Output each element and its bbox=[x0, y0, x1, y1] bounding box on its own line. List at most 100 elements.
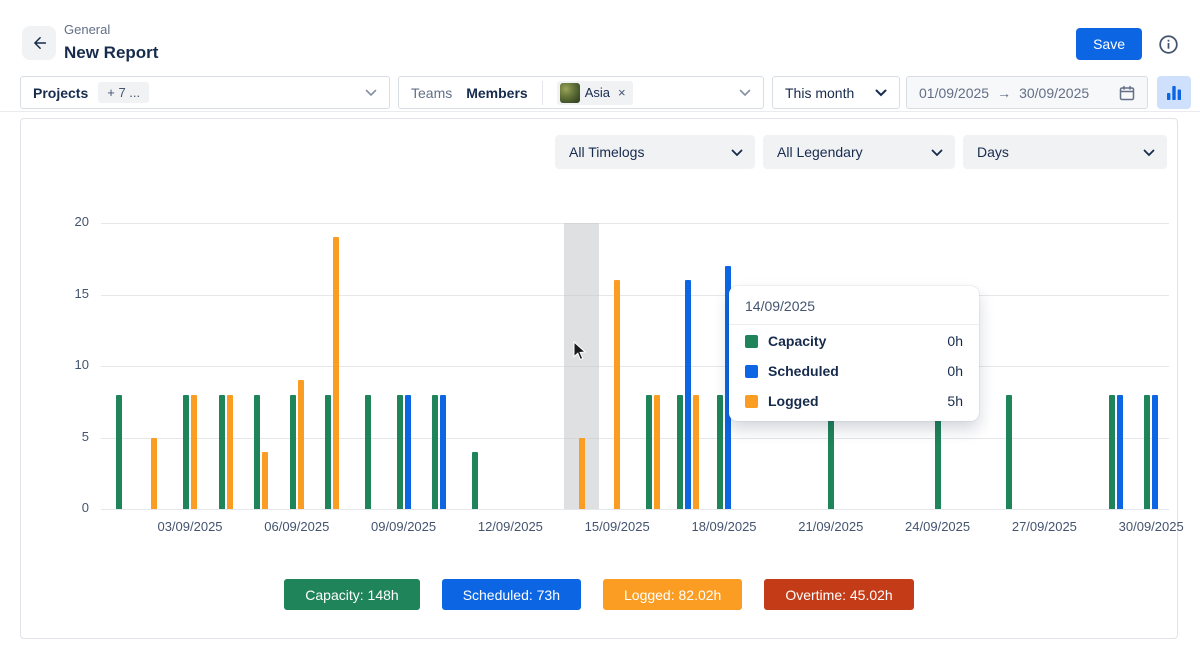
members-tab[interactable]: Members bbox=[466, 85, 527, 101]
chart-bar-logged[interactable] bbox=[654, 395, 660, 509]
projects-filter[interactable]: Projects + 7 ... bbox=[20, 76, 390, 109]
period-label: This month bbox=[785, 85, 854, 101]
selected-team-tags: Asia × bbox=[542, 81, 633, 105]
chart-bar-logged[interactable] bbox=[579, 438, 585, 510]
topbar: General New Report Save Projects + 7 ...… bbox=[0, 0, 1200, 112]
gridline bbox=[101, 366, 1169, 367]
tooltip-series-label: Scheduled bbox=[768, 363, 839, 379]
legend-scheduled-button[interactable]: Scheduled: 73h bbox=[442, 579, 581, 610]
chart-bar-logged[interactable] bbox=[262, 452, 268, 509]
team-tag-asia[interactable]: Asia × bbox=[557, 81, 633, 105]
chart-bar-logged[interactable] bbox=[227, 395, 233, 509]
chart-bar-capacity[interactable] bbox=[432, 395, 438, 509]
chart-bar-capacity[interactable] bbox=[1006, 395, 1012, 509]
x-axis-label: 18/09/2025 bbox=[691, 519, 756, 534]
chart-bar-capacity[interactable] bbox=[646, 395, 652, 509]
legendary-select[interactable]: All Legendary bbox=[763, 135, 955, 169]
series-swatch bbox=[745, 335, 758, 348]
series-swatch bbox=[745, 365, 758, 378]
tooltip-row: Scheduled 0h bbox=[729, 355, 979, 385]
x-axis-label: 06/09/2025 bbox=[264, 519, 329, 534]
legend-overtime-button[interactable]: Overtime: 45.02h bbox=[764, 579, 913, 610]
chart-bar-logged[interactable] bbox=[298, 380, 304, 509]
timelogs-select[interactable]: All Timelogs bbox=[555, 135, 755, 169]
date-from[interactable]: 01/09/2025 bbox=[919, 85, 989, 101]
page-title: New Report bbox=[64, 43, 158, 63]
gridline bbox=[101, 295, 1169, 296]
legend-logged-button[interactable]: Logged: 82.02h bbox=[603, 579, 742, 610]
y-axis-label: 10 bbox=[49, 357, 89, 372]
chart-bar-capacity[interactable] bbox=[472, 452, 478, 509]
chart-bar-capacity[interactable] bbox=[325, 395, 331, 509]
chart-view-button[interactable] bbox=[1157, 76, 1191, 109]
chart-bar-scheduled[interactable] bbox=[685, 280, 691, 509]
date-range-arrow: → bbox=[997, 85, 1011, 101]
y-axis-label: 5 bbox=[49, 429, 89, 444]
date-range-picker[interactable]: 01/09/2025 → 30/09/2025 bbox=[906, 76, 1148, 109]
chart-bar-capacity[interactable] bbox=[717, 395, 723, 509]
chart-bar-capacity[interactable] bbox=[1109, 395, 1115, 509]
tooltip-series-value: 0h bbox=[947, 363, 963, 379]
date-to[interactable]: 30/09/2025 bbox=[1019, 85, 1089, 101]
tooltip-row: Capacity 0h bbox=[729, 325, 979, 355]
granularity-select[interactable]: Days bbox=[963, 135, 1167, 169]
chart-bar-logged[interactable] bbox=[151, 438, 157, 510]
team-avatar bbox=[560, 83, 580, 103]
chevron-down-icon bbox=[875, 89, 887, 97]
teams-tab[interactable]: Teams bbox=[411, 85, 452, 101]
legendary-select-value: All Legendary bbox=[777, 144, 863, 160]
tooltip-series-label: Logged bbox=[768, 393, 819, 409]
tooltip-series-label: Capacity bbox=[768, 333, 826, 349]
chart-bar-logged[interactable] bbox=[614, 280, 620, 509]
breadcrumb: General bbox=[64, 22, 110, 37]
tooltip-date: 14/09/2025 bbox=[729, 298, 979, 325]
chart-bar-capacity[interactable] bbox=[1144, 395, 1150, 509]
back-button[interactable] bbox=[22, 26, 56, 60]
gridline bbox=[101, 509, 1169, 510]
chart-bar-capacity[interactable] bbox=[183, 395, 189, 509]
chart-bar-capacity[interactable] bbox=[677, 395, 683, 509]
chevron-down-icon bbox=[731, 144, 743, 160]
legend-capacity-button[interactable]: Capacity: 148h bbox=[284, 579, 419, 610]
y-axis-label: 0 bbox=[49, 500, 89, 515]
chart-bar-logged[interactable] bbox=[191, 395, 197, 509]
y-axis-label: 20 bbox=[49, 214, 89, 229]
chart-bar-scheduled[interactable] bbox=[440, 395, 446, 509]
chevron-down-icon bbox=[365, 89, 377, 97]
chart-legend: Capacity: 148h Scheduled: 73h Logged: 82.0… bbox=[21, 579, 1177, 610]
mouse-cursor-icon bbox=[573, 341, 587, 366]
chart-bar-capacity[interactable] bbox=[290, 395, 296, 509]
period-select[interactable]: This month bbox=[772, 76, 900, 109]
x-axis-label: 30/09/2025 bbox=[1119, 519, 1184, 534]
tooltip-series-value: 5h bbox=[947, 393, 963, 409]
x-axis-label: 12/09/2025 bbox=[478, 519, 543, 534]
remove-tag-icon[interactable]: × bbox=[618, 86, 626, 99]
chart-bar-logged[interactable] bbox=[333, 237, 339, 509]
teams-members-filter[interactable]: Teams Members Asia × bbox=[398, 76, 764, 109]
chevron-down-icon bbox=[931, 144, 943, 160]
filter-bar: Projects + 7 ... Teams Members Asia × Th… bbox=[0, 76, 1200, 112]
info-button[interactable] bbox=[1156, 32, 1180, 56]
tooltip-series-value: 0h bbox=[947, 333, 963, 349]
chart-bar-scheduled[interactable] bbox=[405, 395, 411, 509]
chart-bar-logged[interactable] bbox=[693, 395, 699, 509]
chart-bar-capacity[interactable] bbox=[219, 395, 225, 509]
projects-filter-label: Projects bbox=[33, 85, 88, 101]
chart-bar-capacity[interactable] bbox=[365, 395, 371, 509]
x-axis-label: 09/09/2025 bbox=[371, 519, 436, 534]
projects-more-chip[interactable]: + 7 ... bbox=[98, 82, 149, 103]
granularity-select-value: Days bbox=[977, 144, 1009, 160]
x-axis-label: 03/09/2025 bbox=[157, 519, 222, 534]
chart-bar-scheduled[interactable] bbox=[1152, 395, 1158, 509]
chart-controls: All Timelogs All Legendary Days bbox=[555, 135, 1167, 169]
chart-bar-capacity[interactable] bbox=[254, 395, 260, 509]
chart-bar-capacity[interactable] bbox=[116, 395, 122, 509]
tooltip-row: Logged 5h bbox=[729, 385, 979, 415]
timelogs-select-value: All Timelogs bbox=[569, 144, 644, 160]
chart-bar-capacity[interactable] bbox=[397, 395, 403, 509]
chart-bar-scheduled[interactable] bbox=[1117, 395, 1123, 509]
back-arrow-icon bbox=[30, 34, 48, 52]
bar-chart: 0510152003/09/202506/09/202509/09/202512… bbox=[101, 223, 1169, 509]
gridline bbox=[101, 223, 1169, 224]
save-button[interactable]: Save bbox=[1076, 28, 1142, 60]
